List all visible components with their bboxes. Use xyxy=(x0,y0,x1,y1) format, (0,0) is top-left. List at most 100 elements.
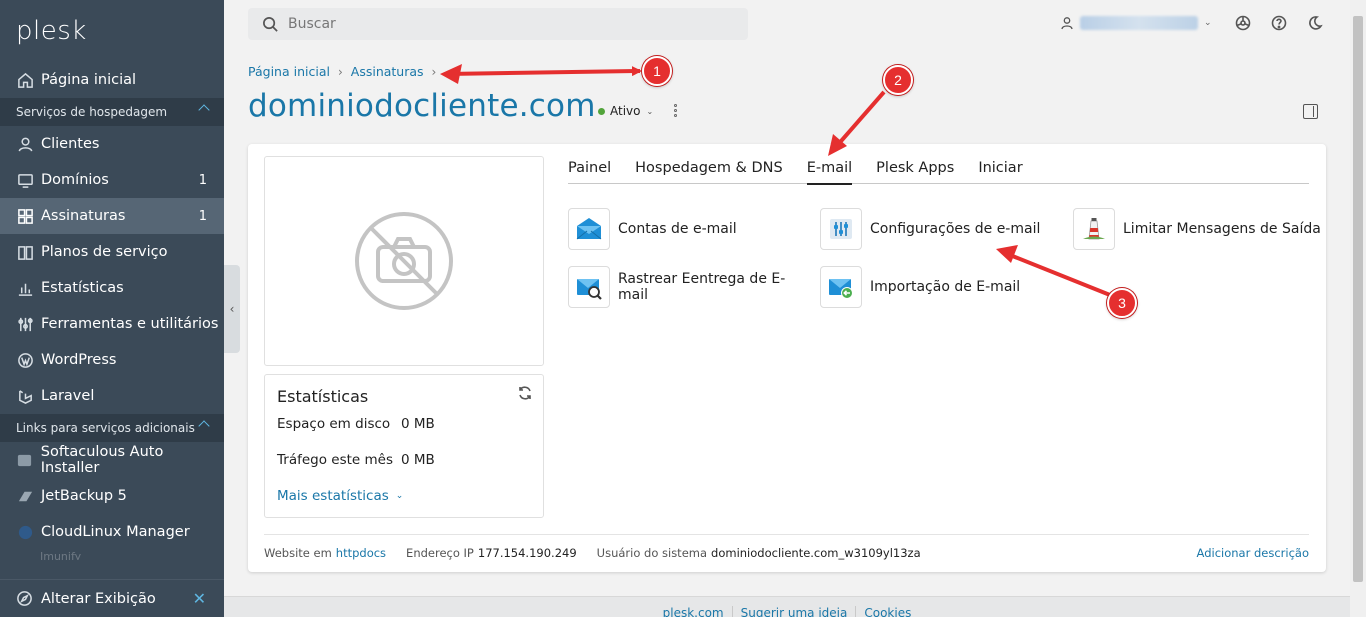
section-hosting[interactable]: Serviços de hospedagem xyxy=(0,98,224,126)
email-settings-button[interactable]: Configurações de e-mail xyxy=(820,208,1060,250)
mail-track-icon xyxy=(568,266,610,308)
action-label: Configurações de e-mail xyxy=(870,221,1041,237)
stat-label: Espaço em disco xyxy=(277,416,391,432)
section-links[interactable]: Links para serviços adicionais xyxy=(0,414,224,442)
chevron-right-icon: › xyxy=(337,64,343,79)
website-link[interactable]: httpdocs xyxy=(336,546,386,560)
sidebar-item-label: Estatísticas xyxy=(41,280,124,296)
ip-value: 177.154.190.249 xyxy=(477,545,577,560)
breadcrumb: Página inicial › Assinaturas › xyxy=(248,64,444,79)
annotation-badge-3: 3 xyxy=(1107,288,1137,318)
sidebar-item-dominios[interactable]: Domínios 1 xyxy=(0,162,224,198)
footer-link-plesk[interactable]: plesk.com xyxy=(655,606,733,617)
tab-plesk-apps[interactable]: Plesk Apps xyxy=(876,160,954,184)
sidebar-collapse-handle[interactable]: ‹ xyxy=(224,265,240,353)
settings-wheel-icon[interactable] xyxy=(1234,14,1252,32)
chevron-right-icon: › xyxy=(431,64,437,79)
footer-link-suggest[interactable]: Sugerir uma ideia xyxy=(733,606,857,617)
sidebar-item-home[interactable]: Página inicial xyxy=(0,62,224,98)
page-title: dominiodocliente.com xyxy=(248,88,596,124)
email-import-button[interactable]: Importação de E-mail xyxy=(820,266,1060,308)
status-label: Ativo xyxy=(610,104,641,118)
status-dot xyxy=(598,107,605,115)
mail-import-icon xyxy=(820,266,862,308)
user-icon xyxy=(1061,17,1073,30)
ip-label: Endereço IP xyxy=(406,545,474,560)
sidebar-item-label: Clientes xyxy=(41,136,100,152)
tab-painel[interactable]: Painel xyxy=(568,160,611,184)
sidebar-item-label: Planos de serviço xyxy=(41,244,168,260)
chevron-up-icon xyxy=(198,420,210,432)
scrollbar-thumb[interactable] xyxy=(1353,16,1363,582)
change-view-button[interactable]: Alterar Exibição ✕ xyxy=(0,579,224,617)
sidebar-item-clientes[interactable]: Clientes xyxy=(0,126,224,162)
sidebar-item-label: CloudLinux Manager xyxy=(41,524,190,540)
site-preview xyxy=(264,156,544,366)
action-label: Contas de e-mail xyxy=(618,221,737,237)
search-placeholder: Buscar xyxy=(288,16,336,32)
footer-link-cookies[interactable]: Cookies xyxy=(856,606,919,617)
sidebar-item-assinaturas[interactable]: Assinaturas 1 xyxy=(0,198,224,234)
website-label: Website em xyxy=(264,545,332,560)
home-icon xyxy=(16,71,34,89)
monitor-icon xyxy=(16,171,34,189)
search-input[interactable]: Buscar xyxy=(248,8,748,40)
status-dropdown[interactable]: Ativo ⌄ xyxy=(598,104,653,118)
track-email-delivery-button[interactable]: Rastrear Eentrega de E-mail xyxy=(568,266,808,308)
book-icon xyxy=(16,243,34,261)
side-panel-toggle-icon[interactable] xyxy=(1303,104,1318,119)
more-stats-link[interactable]: Mais estatísticas ⌄ xyxy=(277,488,531,504)
more-options-icon[interactable] xyxy=(673,104,679,120)
sidebar-item-planos[interactable]: Planos de serviço xyxy=(0,234,224,270)
mail-settings-icon xyxy=(820,208,862,250)
sliders-icon xyxy=(16,315,34,333)
scrollbar[interactable] xyxy=(1350,0,1366,617)
refresh-icon[interactable] xyxy=(517,385,533,401)
breadcrumb-current[interactable]: Assinaturas xyxy=(351,64,424,79)
close-icon[interactable]: ✕ xyxy=(193,589,206,608)
wordpress-icon xyxy=(16,351,34,369)
breadcrumb-home[interactable]: Página inicial xyxy=(248,64,330,79)
stat-row-traffic: Tráfego este mês 0 MB xyxy=(277,452,531,488)
subscription-card: Estatísticas Espaço em disco 0 MB Tráfeg… xyxy=(248,144,1326,572)
faded-menu-item: Imunify xyxy=(40,550,82,560)
limit-outgoing-button[interactable]: Limitar Mensagens de Saída xyxy=(1073,208,1333,250)
sidebar-link-cloudlinux[interactable]: CloudLinux Manager xyxy=(0,514,224,550)
tab-hospedagem-dns[interactable]: Hospedagem & DNS xyxy=(635,160,783,184)
stat-label: Tráfego este mês xyxy=(277,452,393,468)
plesk-logo[interactable]: plesk xyxy=(0,0,224,62)
sidebar-item-label: Domínios xyxy=(41,172,109,188)
header-actions: ⌄ xyxy=(1060,14,1342,32)
mail-accounts-icon xyxy=(568,208,610,250)
laravel-icon xyxy=(16,387,34,405)
sidebar-item-label: Laravel xyxy=(41,388,95,404)
subscription-info-bar: Website em httpdocs Endereço IP 177.154.… xyxy=(264,534,1309,562)
tab-iniciar[interactable]: Iniciar xyxy=(978,160,1022,184)
stat-value: 0 MB xyxy=(401,416,435,432)
system-user-value: dominiodocliente.com_w3109yl13za xyxy=(711,545,921,560)
email-accounts-button[interactable]: Contas de e-mail xyxy=(568,208,808,250)
dark-mode-icon[interactable] xyxy=(1306,14,1324,32)
action-label: Limitar Mensagens de Saída xyxy=(1123,221,1321,237)
tab-email[interactable]: E-mail xyxy=(806,160,853,185)
chevron-down-icon[interactable]: ⌄ xyxy=(1204,18,1212,28)
jetbackup-icon xyxy=(16,487,34,505)
user-name-blurred[interactable] xyxy=(1080,16,1198,30)
stats-panel: Estatísticas Espaço em disco 0 MB Tráfeg… xyxy=(264,374,544,518)
sidebar-link-softaculous[interactable]: Softaculous Auto Installer xyxy=(0,442,224,478)
grid-icon xyxy=(16,207,34,225)
count-badge: 1 xyxy=(198,208,207,224)
system-user-label: Usuário do sistema xyxy=(596,545,708,560)
sidebar-item-estatisticas[interactable]: Estatísticas xyxy=(0,270,224,306)
page-footer: plesk.com Sugerir uma ideia Cookies xyxy=(224,596,1350,617)
sidebar: plesk Página inicial Serviços de hospeda… xyxy=(0,0,224,617)
help-icon[interactable] xyxy=(1270,14,1288,32)
sidebar-link-jetbackup[interactable]: JetBackup 5 xyxy=(0,478,224,514)
chevron-left-icon: ‹ xyxy=(229,302,235,316)
sidebar-item-ferramentas[interactable]: Ferramentas e utilitários xyxy=(0,306,224,342)
sidebar-item-wordpress[interactable]: WordPress xyxy=(0,342,224,378)
sidebar-item-label: WordPress xyxy=(41,352,117,368)
add-description-link[interactable]: Adicionar descrição xyxy=(1197,546,1309,560)
sidebar-item-laravel[interactable]: Laravel xyxy=(0,378,224,414)
change-view-label: Alterar Exibição xyxy=(41,590,156,607)
